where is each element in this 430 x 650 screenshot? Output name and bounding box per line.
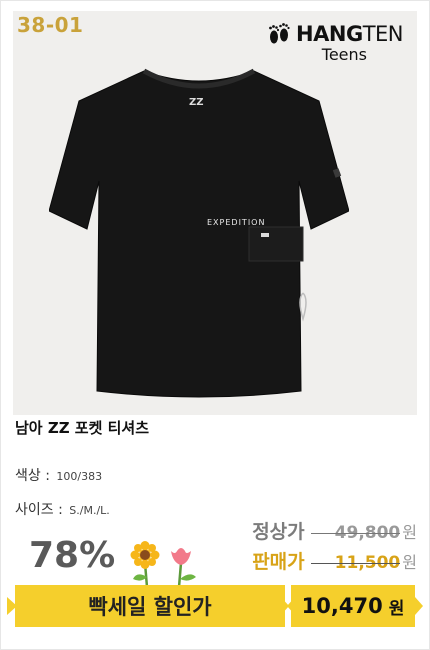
regular-price-won: 원 bbox=[402, 523, 417, 542]
regular-price-row: 정상가 49,800 원 bbox=[252, 517, 417, 544]
regular-price-label: 정상가 bbox=[252, 521, 305, 543]
sale-price-won: 원 bbox=[402, 553, 417, 572]
brand-name-thin: TEN bbox=[362, 22, 404, 46]
footprint-logo-icon bbox=[269, 23, 290, 44]
final-price: 10,470 bbox=[301, 594, 383, 618]
sale-price-row: 판매가 11,500 원 bbox=[252, 547, 417, 574]
product-code: 38-01 bbox=[17, 13, 84, 37]
brand-name-bold: HANG bbox=[296, 22, 363, 46]
brand-logo: HANGTEN Teens bbox=[266, 21, 404, 64]
sale-price-value: 11,500 bbox=[310, 553, 400, 573]
product-card[interactable]: 38-01 HANGTEN Teens ZZ EXPEDITION 남아 ZZ … bbox=[0, 0, 430, 650]
color-value: 100/383 bbox=[56, 470, 103, 483]
color-info: 색상 : 100/383 bbox=[15, 465, 102, 485]
regular-price-value: 49,800 bbox=[310, 523, 400, 543]
sale-banner[interactable]: 빡세일 할인가 10,470 원 bbox=[7, 585, 423, 627]
color-label: 색상 : bbox=[15, 468, 50, 484]
discount-rate: 78% bbox=[29, 535, 116, 576]
banner-label-box: 빡세일 할인가 bbox=[15, 585, 285, 627]
product-name[interactable]: 남아 ZZ 포켓 티셔츠 bbox=[15, 417, 149, 438]
product-image[interactable]: 38-01 HANGTEN Teens ZZ EXPEDITION bbox=[13, 11, 417, 415]
size-label: 사이즈 : bbox=[15, 502, 63, 518]
t-shirt-illustration: ZZ EXPEDITION bbox=[49, 68, 349, 398]
brand-name: HANGTEN bbox=[296, 22, 403, 46]
flowers-decoration bbox=[130, 541, 196, 587]
banner-notch bbox=[415, 597, 423, 615]
final-price-won: 원 bbox=[388, 598, 405, 619]
sale-price-label: 판매가 bbox=[252, 551, 305, 573]
size-value: S./M./L. bbox=[69, 504, 110, 517]
chest-print: ZZ bbox=[189, 97, 204, 108]
final-price-box: 10,470 원 bbox=[291, 585, 415, 627]
size-info: 사이즈 : S./M./L. bbox=[15, 499, 110, 519]
sunflower-icon bbox=[130, 541, 160, 587]
banner-text: 빡세일 할인가 bbox=[88, 595, 212, 619]
tulip-icon bbox=[171, 548, 196, 587]
chest-logo-text: EXPEDITION bbox=[207, 218, 265, 227]
